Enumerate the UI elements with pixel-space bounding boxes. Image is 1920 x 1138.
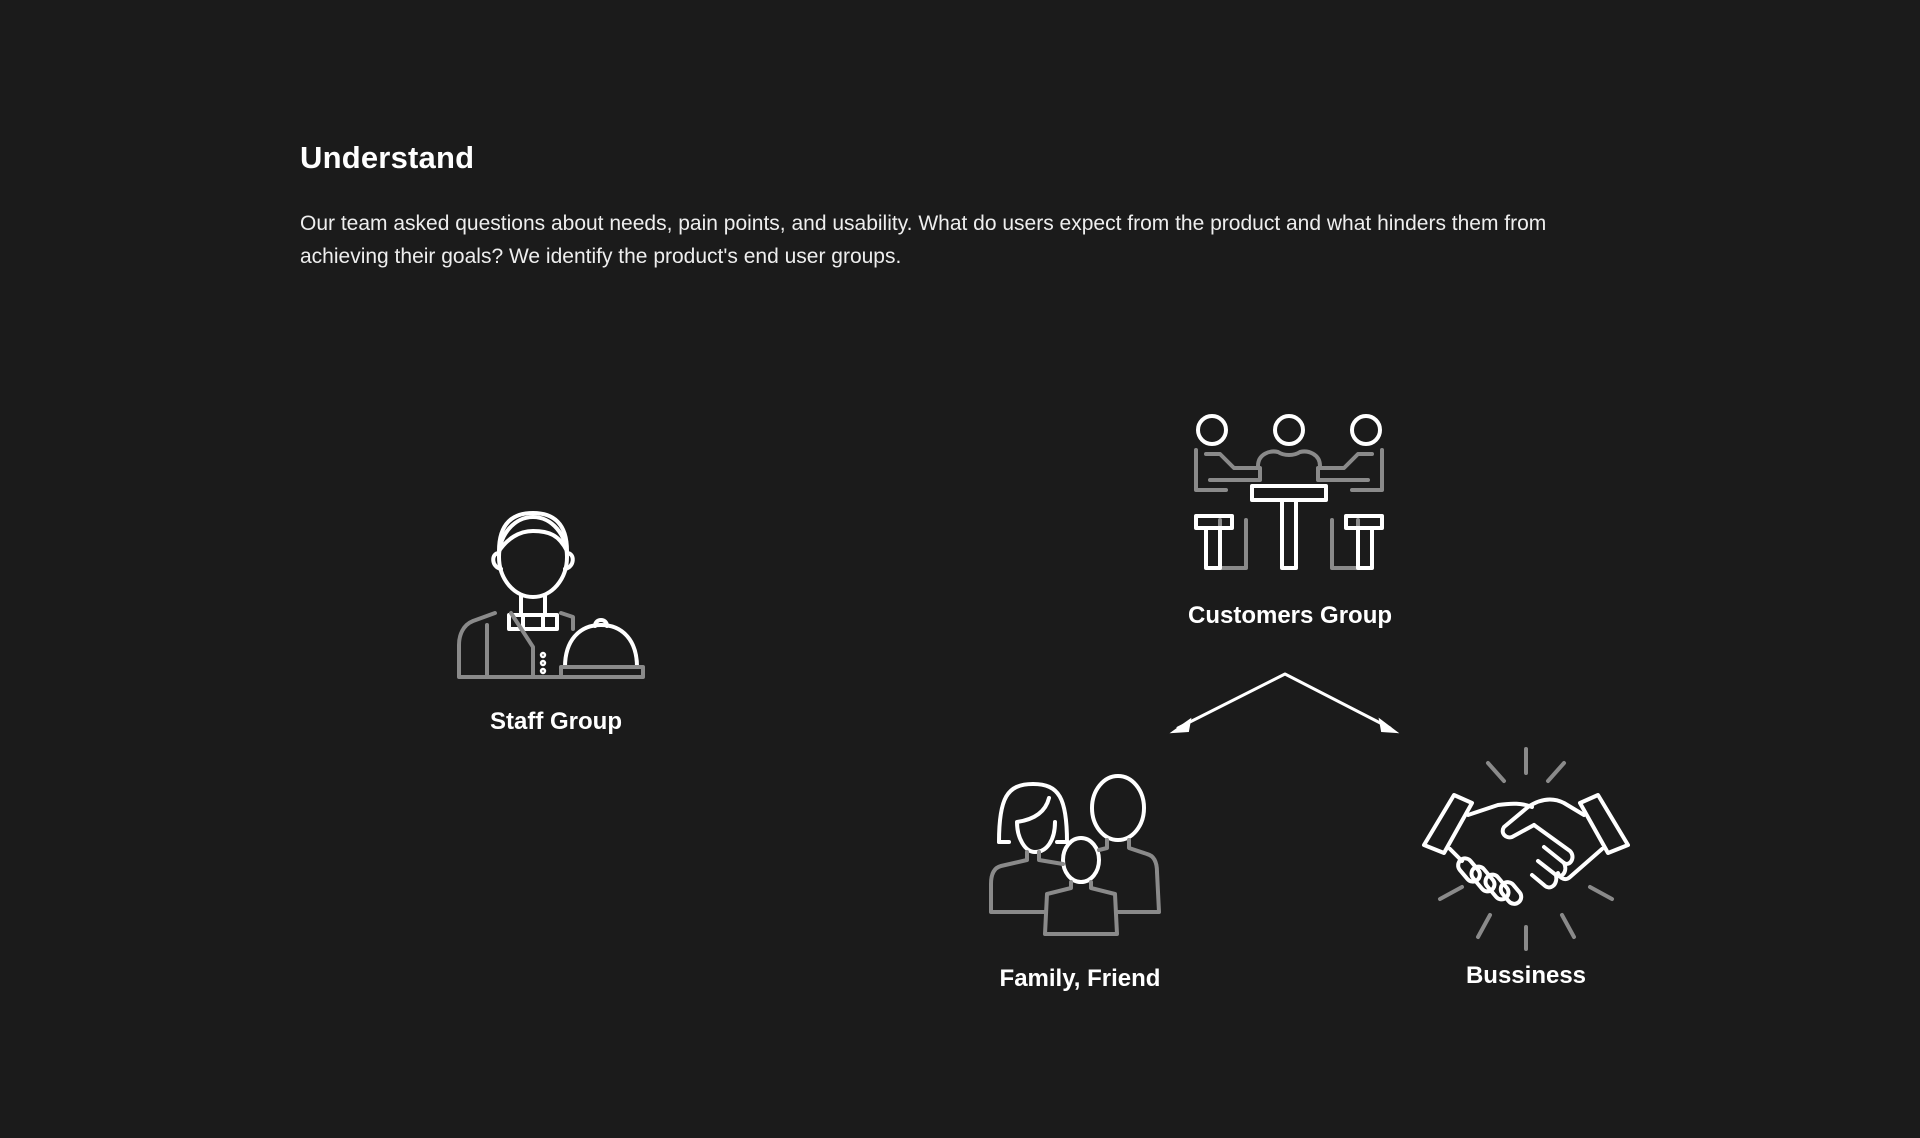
handshake-icon xyxy=(1422,747,1630,951)
family-friend-label: Family, Friend xyxy=(999,965,1161,992)
branch-arrows xyxy=(1169,672,1400,734)
family-icon xyxy=(989,774,1161,936)
business-label: Bussiness xyxy=(1465,962,1587,989)
